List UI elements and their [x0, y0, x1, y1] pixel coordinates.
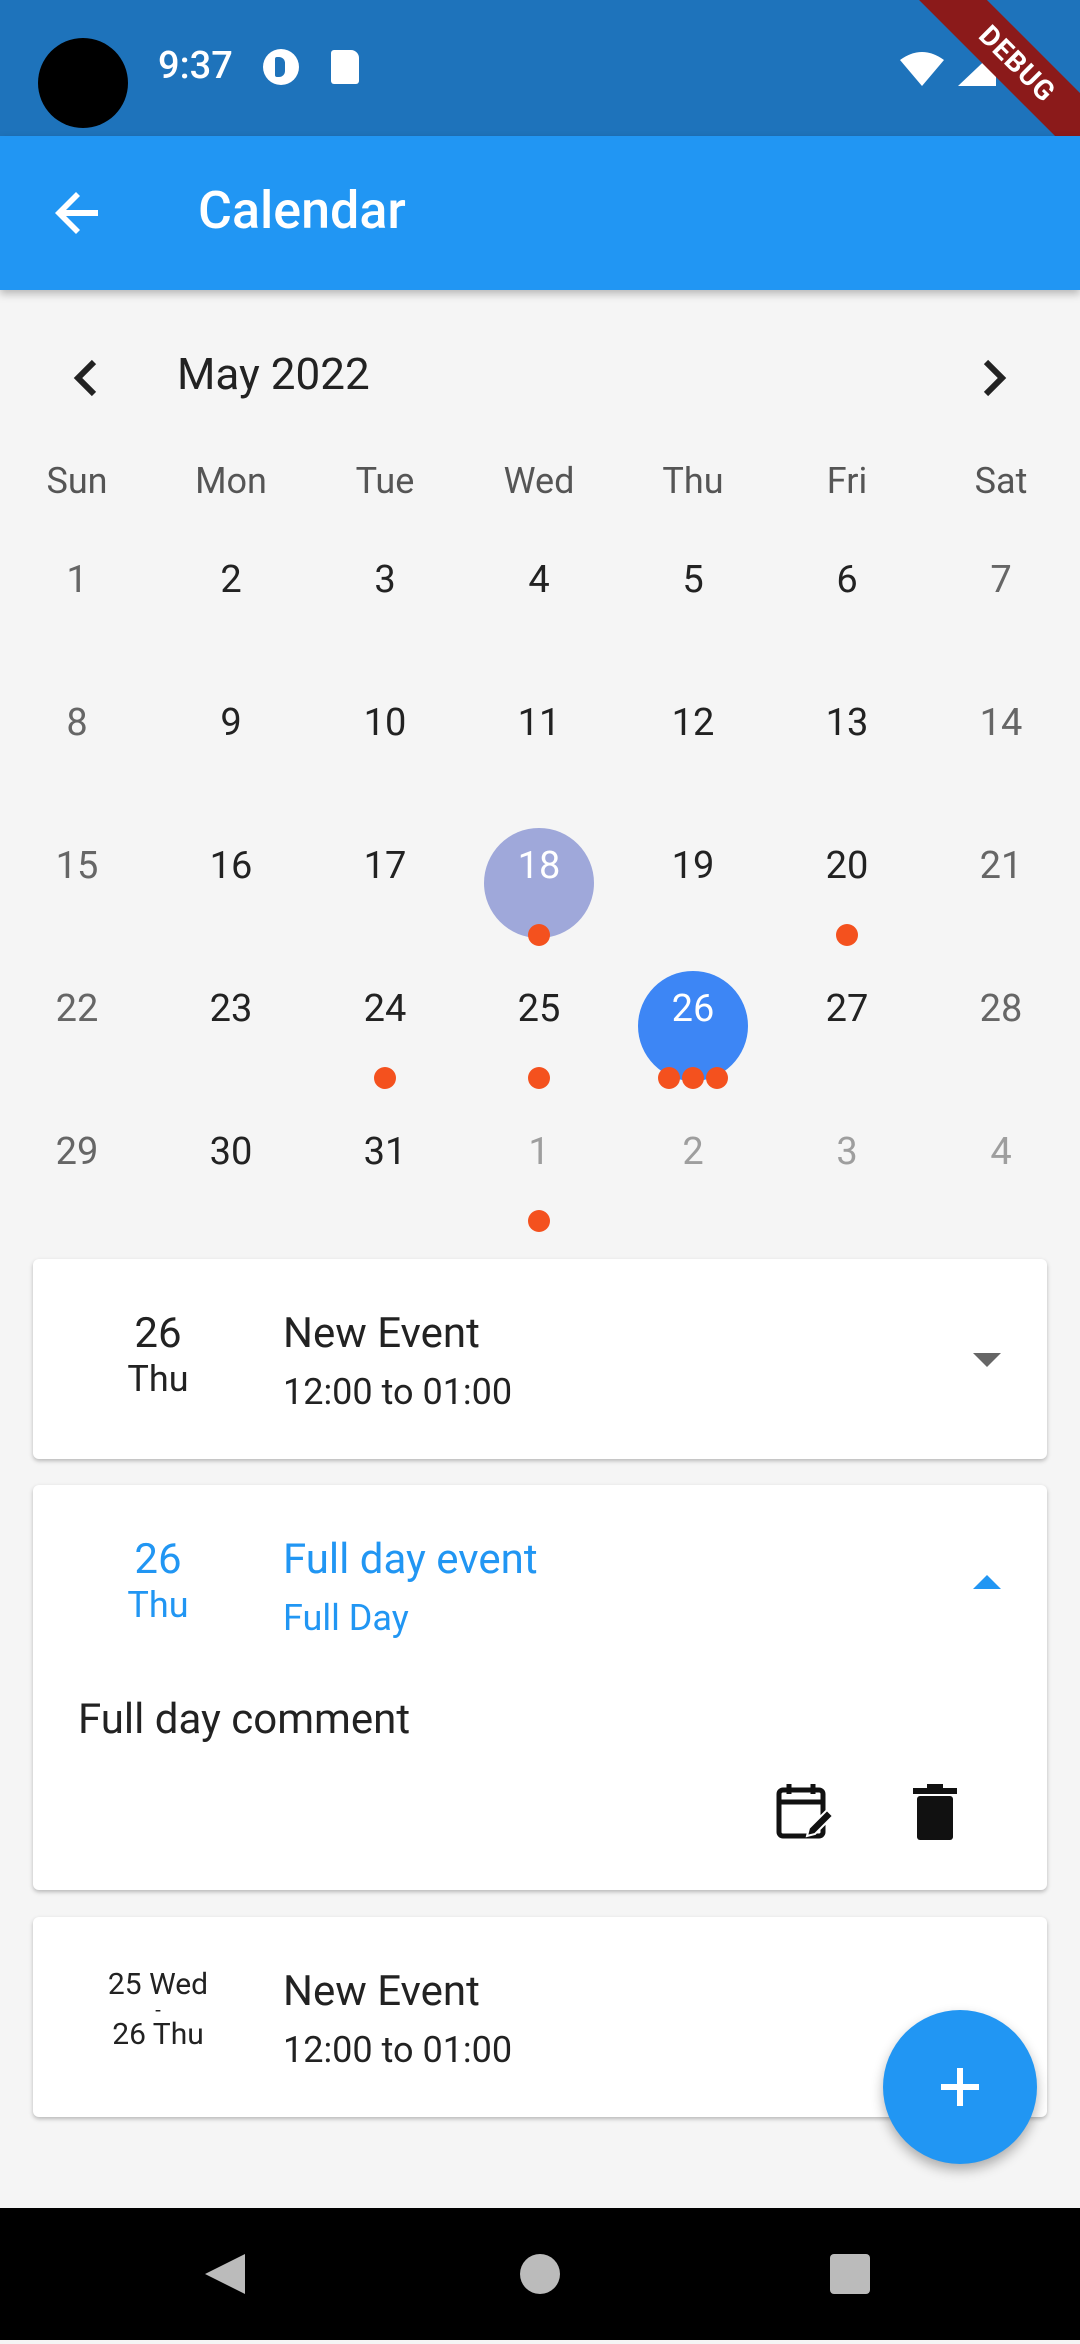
event-day-number: 26: [134, 1535, 182, 1584]
calendar-day[interactable]: 14: [924, 673, 1078, 816]
event-title: New Event: [283, 1309, 480, 1358]
event-comment: Full day comment: [78, 1695, 411, 1744]
event-dot: [706, 1067, 728, 1089]
calendar-day[interactable]: 10: [308, 673, 462, 816]
event-day-number: 26: [134, 1309, 182, 1358]
calendar-day[interactable]: 1: [0, 530, 154, 673]
event-dots: [462, 1067, 616, 1091]
calendar-day[interactable]: 29: [0, 1102, 154, 1245]
event-time: Full Day: [283, 1597, 409, 1639]
calendar-day[interactable]: 12: [616, 673, 770, 816]
calendar-day[interactable]: 5: [616, 530, 770, 673]
camera-cutout: [38, 38, 128, 128]
event-dot: [528, 1067, 550, 1089]
plus-icon: [941, 2068, 979, 2106]
calendar-day[interactable]: 27: [770, 959, 924, 1102]
calendar-day[interactable]: 20: [770, 816, 924, 959]
calendar-day[interactable]: 9: [154, 673, 308, 816]
event-dots: [462, 924, 616, 948]
calendar-day[interactable]: 16: [154, 816, 308, 959]
event-dot: [528, 924, 550, 946]
event-end-date: 26 Thu: [112, 2017, 204, 2052]
calendar-day[interactable]: 7: [924, 530, 1078, 673]
calendar-day-today[interactable]: 18: [462, 816, 616, 959]
event-title: Full day event: [283, 1535, 538, 1584]
event-dot: [658, 1067, 680, 1089]
calendar-day-selected[interactable]: 26: [616, 959, 770, 1102]
calendar-day[interactable]: 15: [0, 816, 154, 959]
event-weekday: Thu: [127, 1584, 189, 1626]
calendar-day-outside-month[interactable]: 2: [616, 1102, 770, 1245]
event-dots: [462, 1210, 616, 1234]
calendar-day[interactable]: 4: [462, 530, 616, 673]
calendar-day-outside-month[interactable]: 3: [770, 1102, 924, 1245]
collapse-arrow-icon[interactable]: [967, 1563, 1007, 1603]
calendar-day[interactable]: 28: [924, 959, 1078, 1102]
system-navigation-bar: [0, 2208, 1080, 2340]
back-arrow-icon[interactable]: [46, 181, 110, 245]
calendar-day-outside-month[interactable]: 4: [924, 1102, 1078, 1245]
calendar-day[interactable]: 17: [308, 816, 462, 959]
weekday-label: Fri: [826, 460, 868, 502]
event-card-expanded[interactable]: 26 Thu Full day event Full Day Full day …: [33, 1485, 1047, 1890]
calendar-day[interactable]: 6: [770, 530, 924, 673]
calendar-day[interactable]: 31: [308, 1102, 462, 1245]
calendar-header: May 2022: [0, 340, 1080, 420]
nav-home-icon[interactable]: [520, 2254, 560, 2294]
nav-recents-icon[interactable]: [830, 2254, 870, 2294]
event-dot: [682, 1067, 704, 1089]
previous-month-chevron-icon[interactable]: [58, 348, 118, 408]
wifi-icon: [900, 52, 944, 86]
event-date: 26 Thu: [33, 1309, 283, 1400]
calendar-day[interactable]: 23: [154, 959, 308, 1102]
event-dot: [374, 1067, 396, 1089]
weekday-row: Sun Mon Tue Wed Thu Fri Sat: [0, 460, 1080, 520]
page-title: Calendar: [198, 180, 406, 241]
event-weekday: Thu: [127, 1358, 189, 1400]
event-time: 12:00 to 01:00: [283, 1371, 513, 1413]
event-dots: [308, 1067, 462, 1091]
expand-arrow-icon[interactable]: [967, 1339, 1007, 1379]
event-dots: [770, 924, 924, 948]
event-date: 26 Thu: [33, 1535, 283, 1626]
calendar-day[interactable]: 22: [0, 959, 154, 1102]
event-dot: [528, 1210, 550, 1232]
calendar-day[interactable]: 21: [924, 816, 1078, 959]
event-date-range: 25 Wed - 26 Thu: [33, 1967, 283, 2053]
weekday-label: Wed: [503, 460, 575, 502]
app-notification-icon: [263, 49, 299, 85]
next-month-chevron-icon[interactable]: [962, 348, 1022, 408]
calendar-day[interactable]: 13: [770, 673, 924, 816]
calendar-day[interactable]: 11: [462, 673, 616, 816]
weekday-label: Mon: [195, 460, 267, 502]
add-event-button[interactable]: [883, 2010, 1037, 2164]
calendar-day[interactable]: 8: [0, 673, 154, 816]
weekday-label: Tue: [355, 460, 415, 502]
calendar-day[interactable]: 30: [154, 1102, 308, 1245]
date-separator: -: [155, 1998, 161, 2022]
event-dot: [836, 924, 858, 946]
calendar-day[interactable]: 19: [616, 816, 770, 959]
status-bar: 9:37 DEBUG: [0, 0, 1080, 170]
calendar-day[interactable]: 25: [462, 959, 616, 1102]
calendar-day-outside-month[interactable]: 1: [462, 1102, 616, 1245]
app-bar: Calendar: [0, 136, 1080, 290]
delete-icon[interactable]: [903, 1780, 967, 1844]
calendar-day[interactable]: 2: [154, 530, 308, 673]
edit-calendar-icon[interactable]: [773, 1780, 837, 1844]
weekday-label: Sat: [974, 460, 1028, 502]
event-card[interactable]: 26 Thu New Event 12:00 to 01:00: [33, 1259, 1047, 1459]
weekday-label: Sun: [46, 460, 108, 502]
month-label[interactable]: May 2022: [177, 348, 370, 400]
calendar-day[interactable]: 24: [308, 959, 462, 1102]
weekday-label: Thu: [662, 460, 724, 502]
event-title: New Event: [283, 1967, 480, 2016]
calendar-day[interactable]: 3: [308, 530, 462, 673]
sd-card-icon: [331, 50, 359, 84]
status-time: 9:37: [158, 44, 233, 88]
event-dots: [616, 1067, 770, 1091]
event-time: 12:00 to 01:00: [283, 2029, 513, 2071]
nav-back-icon[interactable]: [205, 2254, 245, 2294]
